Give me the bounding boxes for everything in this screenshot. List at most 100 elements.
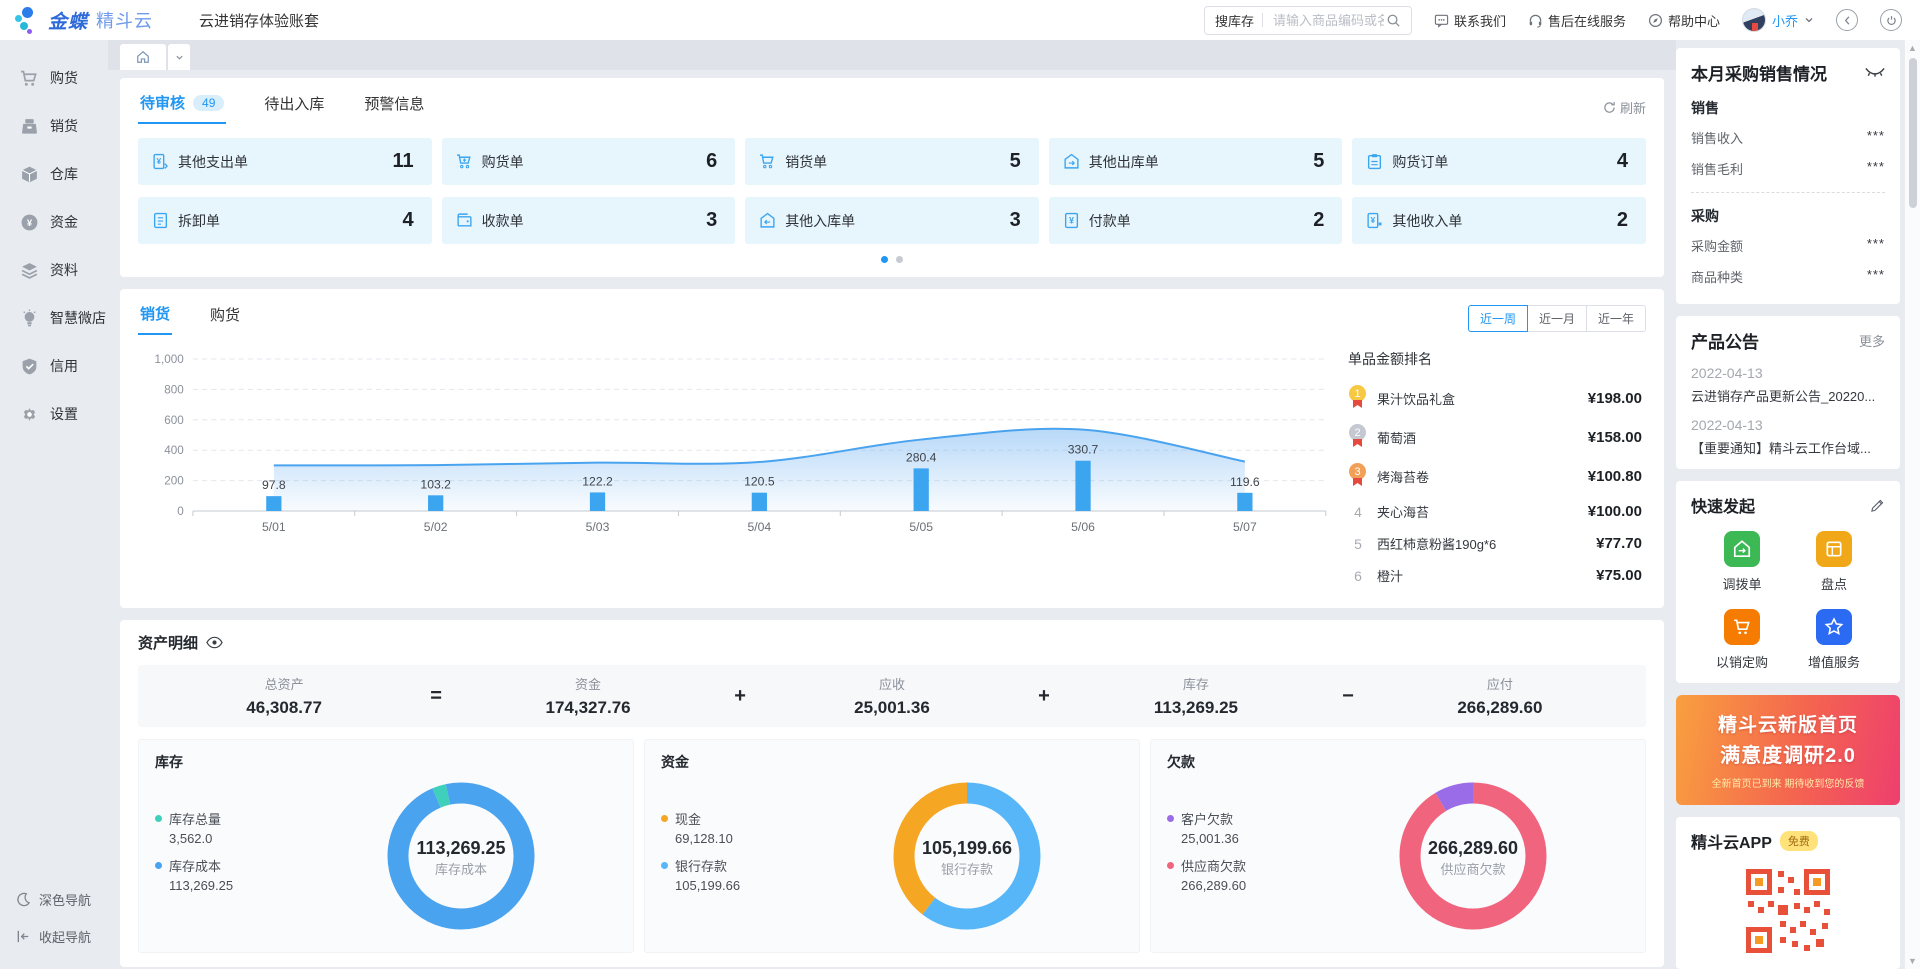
sidebar-item-purchase[interactable]: 购货 (0, 54, 108, 102)
brand-logo[interactable]: 金蝶 精斗云 (14, 6, 153, 34)
user-menu[interactable]: 小乔 (1742, 8, 1814, 32)
logout-button[interactable] (1880, 9, 1902, 31)
ranking-item-amount: ¥100.80 (1588, 468, 1642, 485)
ranking-row[interactable]: 3 烤海苔卷 ¥100.80 (1348, 463, 1642, 489)
total-assets: 总资产46,308.77 (219, 674, 349, 718)
tab-warning-info[interactable]: 预警信息 (362, 91, 426, 123)
after-sales-service-link[interactable]: 售后在线服务 (1528, 11, 1626, 30)
sidebar-item-smart-store[interactable]: 智慧微店 (0, 294, 108, 342)
donut-title: 库存 (155, 752, 617, 772)
scrollbar-thumb[interactable] (1909, 58, 1917, 208)
survey-banner[interactable]: 精斗云新版首页 满意度调研2.0 全新首页已到来 期待收到您的反馈 (1676, 695, 1900, 805)
donut-title: 资金 (661, 752, 1123, 772)
operator-plus: + (1038, 685, 1050, 708)
announcement-date: 2022-04-13 (1691, 365, 1885, 381)
user-avatar[interactable] (1742, 8, 1766, 32)
card-receipt[interactable]: 收款单 3 (442, 197, 736, 244)
card-count: 3 (706, 209, 717, 232)
dark-nav-toggle[interactable]: 深色导航 (0, 881, 108, 918)
card-other-income[interactable]: ¥ 其他收入单 2 (1352, 197, 1646, 244)
sidebar-item-sales[interactable]: 销货 (0, 102, 108, 150)
quick-sell-to-buy[interactable]: 以销定购 (1701, 609, 1783, 671)
quick-stocktake[interactable]: 盘点 (1793, 531, 1875, 593)
collapse-nav-toggle[interactable]: 收起导航 (0, 918, 108, 955)
summary-row: 采购金额*** (1691, 230, 1885, 261)
carousel-dot-1[interactable] (881, 256, 888, 263)
sidebar-item-credit[interactable]: 信用 (0, 342, 108, 390)
banner-title-line2: 满意度调研2.0 (1720, 739, 1856, 768)
card-sales-order[interactable]: 销货单 5 (745, 138, 1039, 185)
legend-item: 库存总量 3,562.0 (155, 809, 305, 846)
ranking-row[interactable]: 2 葡萄酒 ¥158.00 (1348, 424, 1642, 450)
compass-icon (1648, 13, 1663, 28)
stocktake-icon (1824, 539, 1844, 559)
eye-icon[interactable] (206, 636, 223, 649)
sidebar-item-data[interactable]: 资料 (0, 246, 108, 294)
inventory-search[interactable]: 搜库存 (1204, 6, 1412, 35)
power-icon (1886, 15, 1897, 26)
income-doc-icon: ¥ (1366, 212, 1383, 229)
payable-amount: 应付266,289.60 (1435, 674, 1565, 718)
contact-us-link[interactable]: 联系我们 (1434, 11, 1506, 30)
ranking-row[interactable]: 6 橙汁 ¥75.00 (1348, 566, 1642, 585)
legend-item: 现金 69,128.10 (661, 809, 811, 846)
range-month-button[interactable]: 近一月 (1527, 305, 1587, 332)
help-center-link[interactable]: 帮助中心 (1648, 11, 1720, 30)
disassembly-doc-icon (152, 212, 169, 229)
chat-icon (1434, 13, 1449, 28)
silver-medal-icon: 2 (1348, 424, 1368, 450)
card-label: 其他支出单 (178, 152, 248, 172)
legend-item: 客户欠款 25,001.36 (1167, 809, 1317, 846)
card-count: 5 (1313, 150, 1324, 173)
announcement-item[interactable]: 【重要通知】精斗云工作台域... (1691, 438, 1885, 457)
eye-closed-icon[interactable] (1865, 67, 1885, 79)
tab-pending-stock[interactable]: 待出入库 (262, 91, 326, 123)
gold-medal-icon: 1 (1348, 385, 1368, 411)
search-scope-label[interactable]: 搜库存 (1215, 11, 1254, 30)
sidebar-item-settings[interactable]: 设置 (0, 390, 108, 438)
refresh-button[interactable]: 刷新 (1603, 98, 1646, 117)
ranking-title: 单品金额排名 (1348, 349, 1642, 369)
item-amount-ranking: 单品金额排名 1 果汁饮品礼盒 ¥198.00 2 葡萄酒 ¥158.00 (1338, 345, 1646, 598)
range-week-button[interactable]: 近一周 (1468, 305, 1528, 332)
ranking-item-amount: ¥100.00 (1588, 503, 1642, 520)
tab-list-dropdown[interactable] (168, 44, 190, 70)
ranking-row[interactable]: 1 果汁饮品礼盒 ¥198.00 (1348, 385, 1642, 411)
card-other-outbound[interactable]: 其他出库单 5 (1049, 138, 1343, 185)
carousel-dot-2[interactable] (896, 256, 903, 263)
range-year-button[interactable]: 近一年 (1586, 305, 1646, 332)
tab-pending-review[interactable]: 待审核 49 (138, 90, 226, 124)
scroll-down-button[interactable]: ▼ (1905, 953, 1920, 969)
ranking-row[interactable]: 5 西红柿意粉酱190g*6 ¥77.70 (1348, 534, 1642, 553)
back-button[interactable] (1836, 9, 1858, 31)
tab-purchase[interactable]: 购货 (208, 302, 242, 334)
svg-text:¥: ¥ (157, 156, 162, 166)
announcements-more-link[interactable]: 更多 (1859, 331, 1885, 350)
sales-panel: 销货 购货 近一周 近一月 近一年 02004006008001,00097.8… (120, 289, 1664, 608)
clipboard-icon (1366, 153, 1383, 170)
wallet-icon (456, 212, 473, 229)
vertical-scrollbar[interactable]: ▲ ▼ (1904, 40, 1920, 969)
card-purchase-order[interactable]: 购货单 6 (442, 138, 736, 185)
card-purchase-request[interactable]: 购货订单 4 (1352, 138, 1646, 185)
card-payment[interactable]: ¥ 付款单 2 (1049, 197, 1343, 244)
tab-sales[interactable]: 销货 (138, 301, 172, 335)
announcement-item[interactable]: 云进销存产品更新公告_20220... (1691, 386, 1885, 405)
search-input[interactable] (1271, 12, 1386, 29)
card-disassembly[interactable]: 拆卸单 4 (138, 197, 432, 244)
sidebar-item-warehouse[interactable]: 仓库 (0, 150, 108, 198)
card-other-expense[interactable]: ¥ 其他支出单 11 (138, 138, 432, 185)
quick-transfer-order[interactable]: 调拨单 (1701, 531, 1783, 593)
scroll-up-button[interactable]: ▲ (1905, 40, 1920, 56)
quick-value-added-service[interactable]: 增值服务 (1793, 609, 1875, 671)
ranking-row[interactable]: 4 夹心海苔 ¥100.00 (1348, 502, 1642, 521)
logo-text-secondary: 精斗云 (96, 7, 153, 33)
legend-item: 银行存款 105,199.66 (661, 856, 811, 893)
yuan-circle-icon: ¥ (20, 213, 39, 232)
edit-pencil-icon[interactable] (1870, 498, 1885, 513)
search-icon[interactable] (1386, 13, 1401, 28)
sidebar-item-funds[interactable]: ¥ 资金 (0, 198, 108, 246)
inventory-amount: 库存113,269.25 (1131, 674, 1261, 718)
home-tab[interactable] (120, 44, 166, 70)
card-other-inbound[interactable]: 其他入库单 3 (745, 197, 1039, 244)
